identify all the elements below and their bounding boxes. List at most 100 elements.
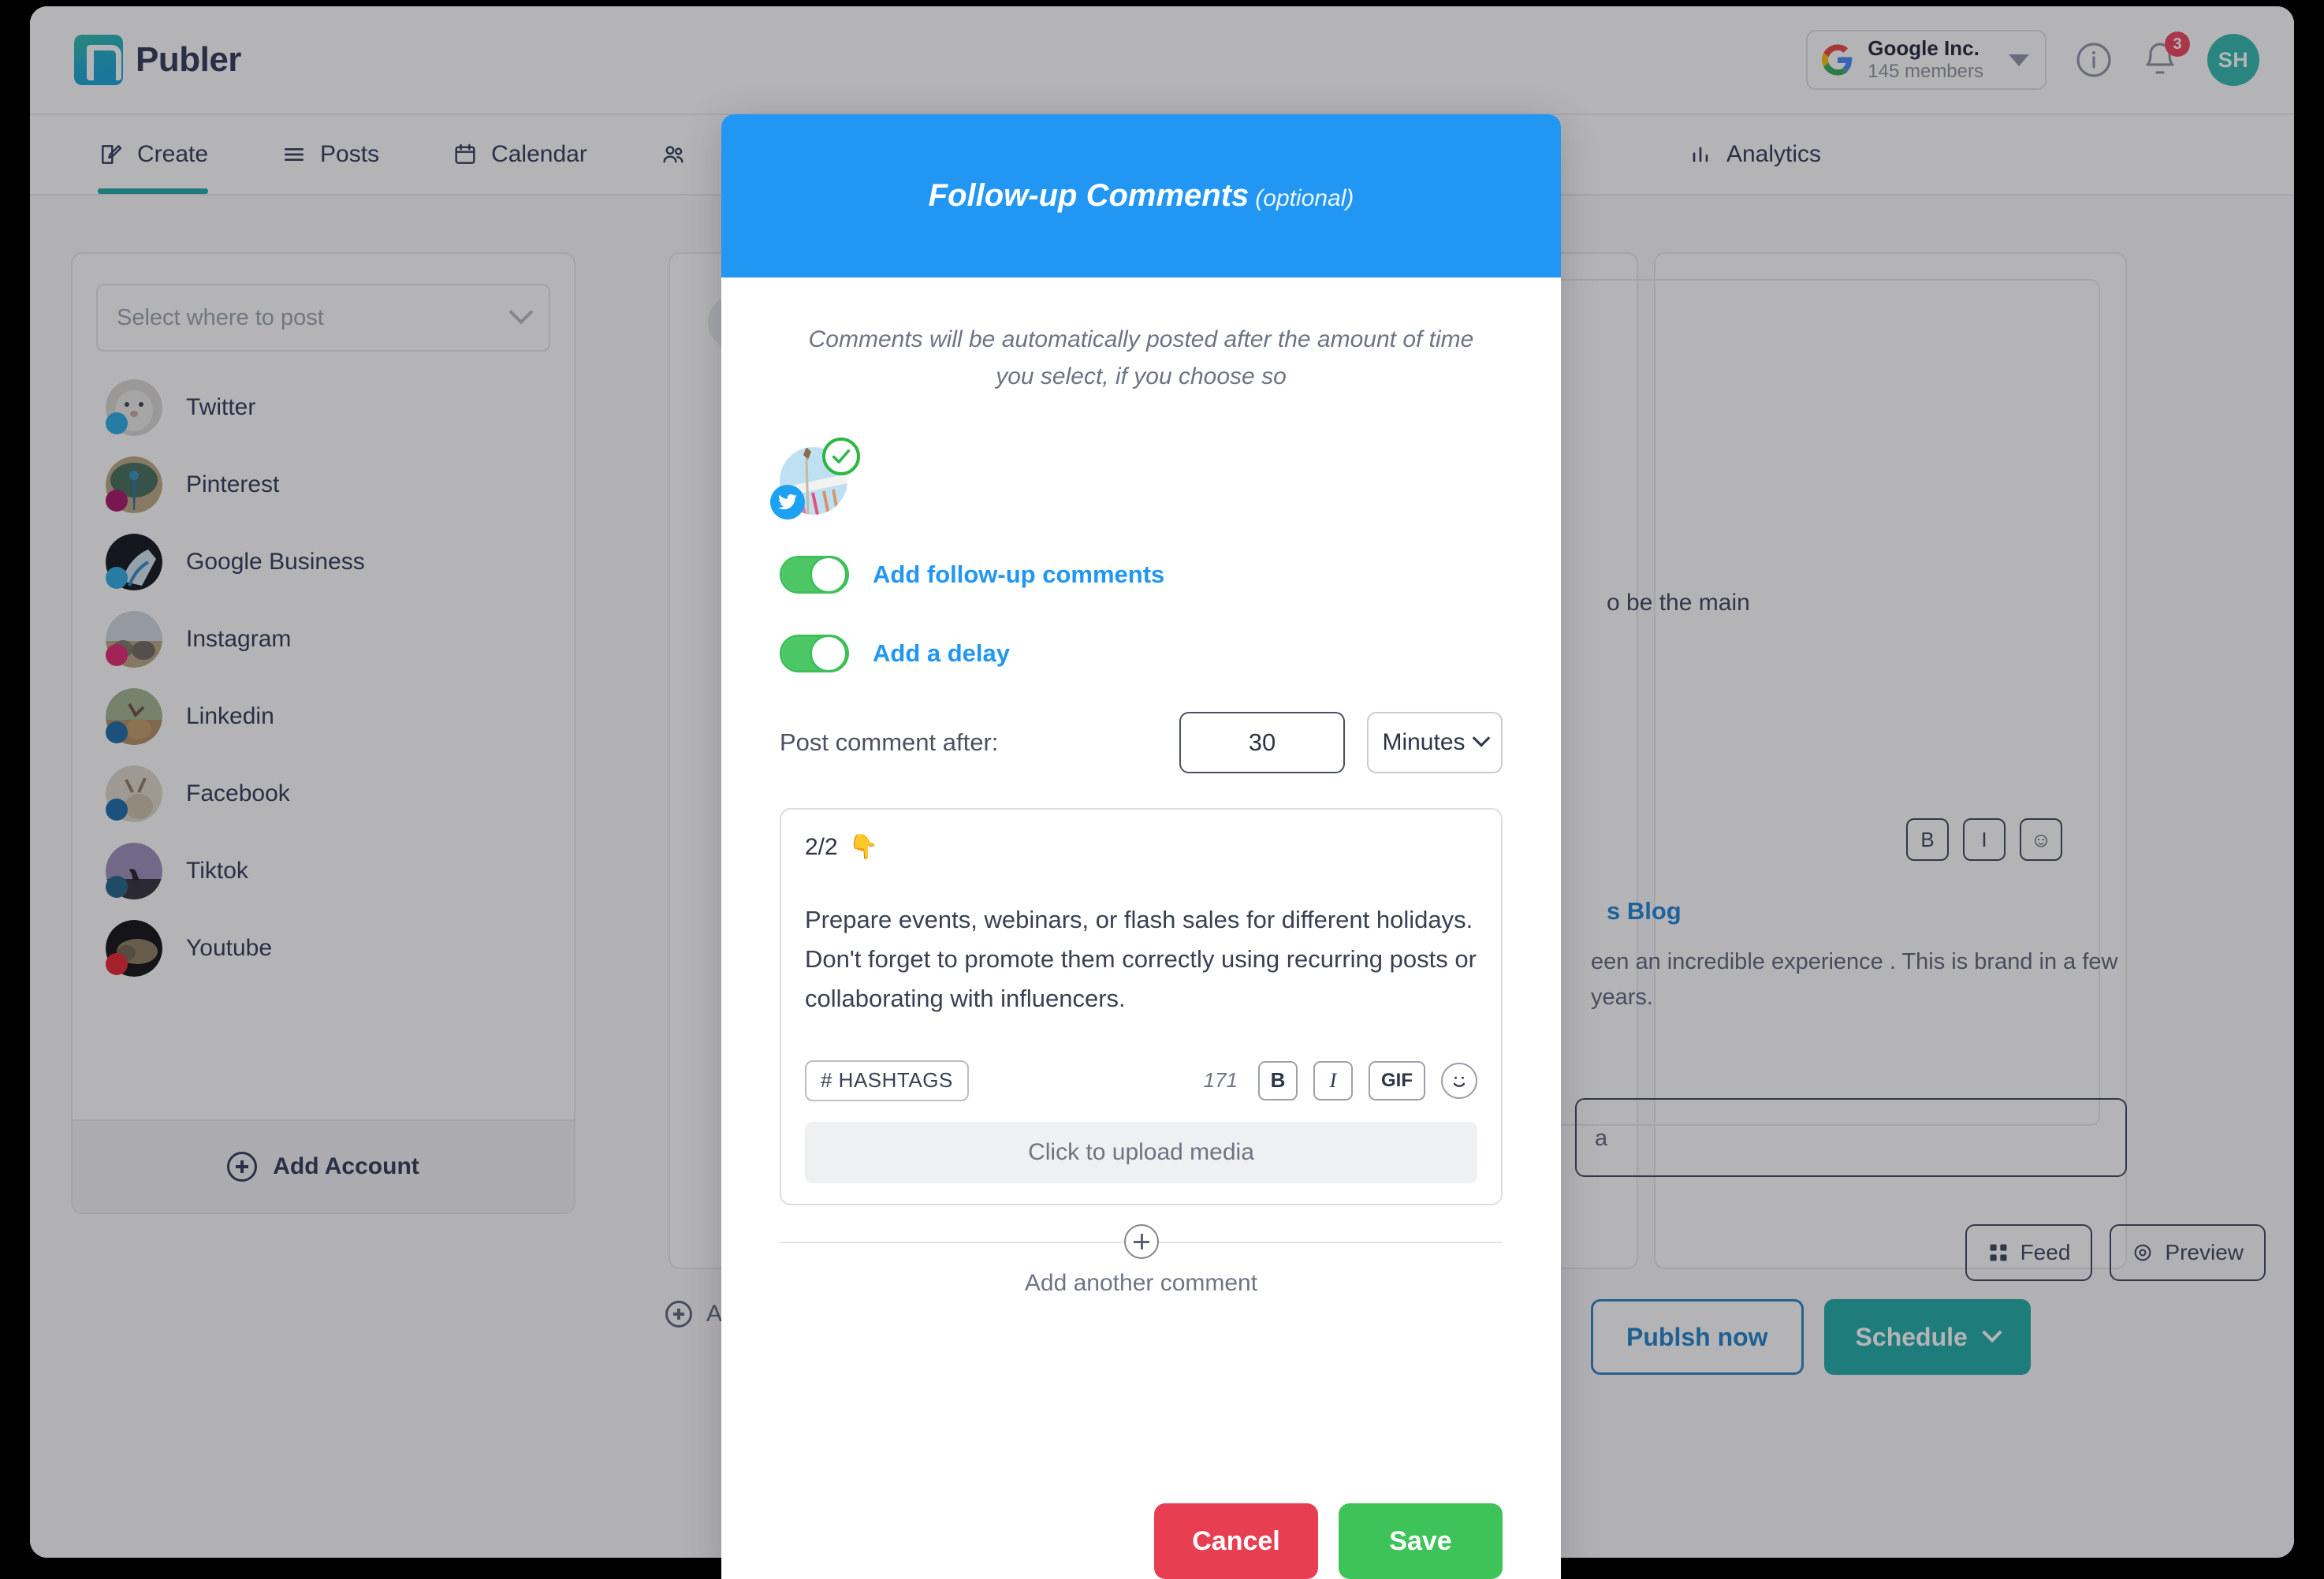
publish-now-button[interactable]: Publsh now: [1591, 1299, 1804, 1375]
org-meta: Google Inc. 145 members: [1868, 36, 1983, 83]
twitter-icon: [770, 485, 805, 520]
nav-label: Calendar: [491, 141, 587, 167]
italic-button[interactable]: I: [1963, 818, 2006, 861]
bar-chart-icon: [1687, 141, 1714, 168]
nav-item-posts[interactable]: Posts: [281, 115, 379, 194]
sidebar-item-youtube[interactable]: Youtube: [73, 910, 574, 987]
modal-description: Comments will be automatically posted af…: [808, 326, 1474, 389]
list-icon: [281, 141, 307, 168]
account-label: Twitter: [186, 394, 256, 420]
sidebar-item-facebook[interactable]: Facebook: [73, 755, 574, 832]
account-label: Youtube: [186, 935, 273, 961]
hashtags-button[interactable]: # HASHTAGS: [805, 1059, 969, 1101]
avatar: [106, 379, 162, 436]
gif-button[interactable]: GIF: [1369, 1060, 1425, 1100]
preview-text-line: o be the main: [1607, 590, 1750, 616]
smiley-icon[interactable]: [1441, 1062, 1477, 1099]
eye-icon: [2135, 1244, 2151, 1261]
google-icon: [1822, 44, 1853, 76]
platform-badge: [106, 490, 128, 512]
emoji-button[interactable]: ☺: [2020, 818, 2062, 861]
nav-item-analytics[interactable]: Analytics: [1687, 115, 1821, 194]
sidebar-item-instagram[interactable]: Instagram: [73, 601, 574, 678]
preview-input-value: a: [1595, 1126, 1608, 1151]
selected-account-avatar[interactable]: [770, 438, 860, 520]
platform-badge: [106, 953, 128, 975]
modal-body: Comments will be automatically posted af…: [721, 277, 1561, 1447]
delay-unit-select[interactable]: Minutes: [1367, 712, 1503, 773]
modal-footer: Cancel Save: [721, 1447, 1561, 1579]
plus-circle-icon: [1123, 1223, 1159, 1259]
notifications-bell-icon[interactable]: 3: [2141, 32, 2190, 79]
nav-item-create[interactable]: Create: [98, 115, 209, 194]
preview-blog-link[interactable]: s Blog: [1607, 897, 1682, 925]
accounts-list: Twitter Pinterest Google Business Instag…: [73, 369, 574, 987]
avatar: [106, 843, 162, 899]
top-bar-right: Google Inc. 145 members 3 SH: [1806, 30, 2259, 90]
platform-badge: [106, 876, 128, 898]
comment-toolbar-right: 171 B I GIF: [1203, 1060, 1477, 1100]
comment-textarea[interactable]: Prepare events, webinars, or flash sales…: [805, 900, 1477, 1019]
sidebar-item-pinterest[interactable]: Pinterest: [73, 446, 574, 523]
selected-account-row: [770, 438, 1503, 520]
toggle-row-delay: Add a delay: [780, 635, 1503, 672]
character-count: 171: [1203, 1068, 1238, 1093]
comment-toolbar: # HASHTAGS 171 B I GIF: [805, 1059, 1477, 1101]
schedule-label: Schedule: [1855, 1322, 1968, 1351]
bold-button[interactable]: B: [1258, 1060, 1298, 1100]
cancel-button[interactable]: Cancel: [1154, 1503, 1318, 1579]
schedule-button[interactable]: Schedule: [1823, 1299, 2031, 1375]
delay-value-input[interactable]: 30: [1179, 712, 1345, 773]
sidebar-item-twitter[interactable]: Twitter: [73, 369, 574, 446]
accounts-sidebar: Select where to post Twitter Pinterest G…: [71, 252, 575, 1214]
toggle-row-follow-up: Add follow-up comments: [780, 556, 1503, 594]
nav-label: Analytics: [1726, 141, 1821, 167]
account-label: Linkedin: [186, 703, 274, 729]
sidebar-item-tiktok[interactable]: Tiktok: [73, 832, 574, 910]
save-button[interactable]: Save: [1339, 1503, 1503, 1579]
delay-row: Post comment after: 30 Minutes: [780, 712, 1503, 773]
nav-label: Create: [137, 141, 209, 167]
brand-name: Publer: [136, 40, 241, 79]
avatar: [106, 765, 162, 822]
sidebar-item-google-business[interactable]: Google Business: [73, 523, 574, 601]
point-down-icon: 👇: [848, 834, 879, 860]
add-a-delay-label: Add a delay: [873, 639, 1010, 667]
user-avatar[interactable]: SH: [2207, 34, 2259, 86]
top-bar: Publer Google Inc. 145 members 3 SH: [30, 6, 2294, 115]
italic-button[interactable]: I: [1313, 1060, 1353, 1100]
add-account-label: Add Account: [273, 1153, 419, 1179]
add-account-button[interactable]: Add Account: [73, 1119, 574, 1212]
account-label: Tiktok: [186, 858, 248, 884]
avatar: [106, 456, 162, 513]
preview-button[interactable]: Preview: [2110, 1224, 2266, 1281]
sidebar-item-linkedin[interactable]: Linkedin: [73, 678, 574, 755]
edit-icon: [98, 141, 125, 168]
org-members: 145 members: [1868, 61, 1983, 83]
info-icon[interactable]: [2075, 41, 2113, 79]
calendar-icon: [452, 141, 479, 168]
add-a-delay-toggle[interactable]: [780, 635, 849, 672]
preview-input[interactable]: [1575, 1098, 2127, 1177]
add-follow-up-comments-toggle[interactable]: [780, 556, 849, 594]
org-switcher[interactable]: Google Inc. 145 members: [1806, 30, 2047, 90]
platform-badge: [106, 721, 128, 743]
upload-media-button[interactable]: Click to upload media: [805, 1121, 1477, 1183]
bold-button[interactable]: B: [1906, 818, 1949, 861]
chevron-down-icon: [508, 300, 534, 325]
selected-check-icon: [822, 438, 860, 475]
avatar: [106, 534, 162, 590]
modal-title: Follow-up Comments (optional): [929, 178, 1354, 214]
org-name: Google Inc.: [1868, 36, 1979, 61]
feed-button[interactable]: Feed: [1965, 1224, 2093, 1281]
nav-item-calendar[interactable]: Calendar: [452, 115, 587, 194]
nav-item-members[interactable]: [660, 115, 687, 194]
account-label: Google Business: [186, 549, 365, 575]
add-another-comment[interactable]: Add another comment: [780, 1223, 1503, 1297]
comment-index-label: 2/2: [805, 833, 838, 860]
account-label: Facebook: [186, 780, 290, 806]
select-where-to-post[interactable]: Select where to post: [96, 284, 550, 352]
select-placeholder: Select where to post: [117, 304, 324, 330]
delay-unit-label: Minutes: [1382, 729, 1466, 755]
brand-logo[interactable]: Publer: [74, 35, 241, 85]
